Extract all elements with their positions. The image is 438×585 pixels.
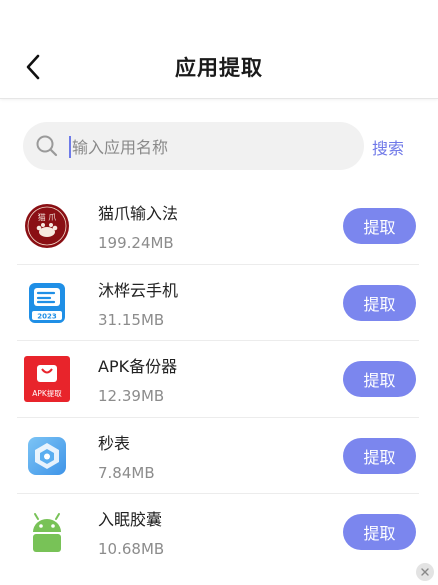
android-icon	[33, 513, 61, 553]
list-item: 2023 沐桦云手机 31.15MB 提取	[17, 265, 419, 342]
app-size: 10.68MB	[98, 540, 165, 559]
icon-text: APK提取	[32, 388, 62, 398]
extract-button[interactable]: 提取	[343, 208, 416, 244]
app-list: 猫 爪 猫爪输入法 199.24MB 提取 2023 沐桦云手机 31.15MB…	[17, 188, 419, 571]
app-size: 31.15MB	[98, 310, 165, 329]
app-name: 猫爪输入法	[98, 204, 179, 223]
list-item: 猫 爪 猫爪输入法 199.24MB 提取	[17, 188, 419, 265]
app-name: 秒表	[98, 433, 131, 453]
icon-text: 2023	[37, 312, 57, 320]
stopwatch-app-icon	[28, 436, 66, 475]
muhua-cloud-phone-icon: 2023	[29, 282, 65, 323]
text-cursor	[69, 136, 71, 158]
app-size: 12.39MB	[98, 387, 165, 406]
app-size: 7.84MB	[98, 463, 155, 482]
search-input[interactable]	[72, 133, 342, 161]
maozhua-app-icon: 猫 爪	[25, 204, 69, 248]
app-header: 应用提取	[0, 0, 438, 99]
extract-button[interactable]: 提取	[343, 514, 416, 551]
icon-text: 猫 爪	[38, 212, 57, 222]
extract-button[interactable]: 提取	[343, 437, 416, 474]
extract-button[interactable]: 提取	[343, 361, 416, 398]
search-button[interactable]: 搜索	[372, 135, 404, 159]
app-name: APK备份器	[98, 357, 178, 377]
search-icon	[36, 135, 58, 157]
x-icon	[421, 568, 429, 576]
close-icon[interactable]	[416, 563, 434, 581]
list-item: 秒表 7.84MB 提取	[17, 418, 419, 495]
app-name: 沐桦云手机	[98, 280, 179, 300]
page-title: 应用提取	[175, 56, 263, 80]
app-size: 199.24MB	[98, 234, 174, 252]
extract-button[interactable]: 提取	[343, 284, 416, 321]
list-item: 入眠胶囊 10.68MB 提取	[17, 494, 419, 571]
list-item: APK提取 APK备份器 12.39MB 提取	[17, 341, 419, 418]
apk-backup-icon: APK提取	[24, 356, 70, 403]
app-name: 入眠胶囊	[98, 510, 163, 530]
